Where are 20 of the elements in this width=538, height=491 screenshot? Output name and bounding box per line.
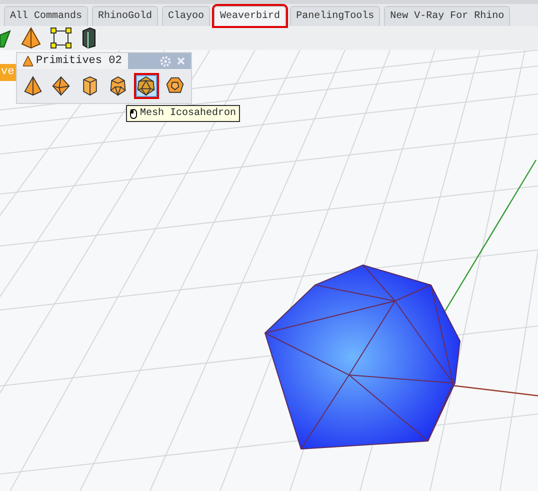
- wedge-icon[interactable]: [0, 27, 12, 49]
- toolbar-tab[interactable]: PanelingTools: [290, 6, 380, 26]
- mouse-icon: [130, 108, 137, 118]
- toolbar-tab[interactable]: Weaverbird: [214, 6, 286, 26]
- icosahedron-icon: [136, 76, 156, 96]
- faceted-icon: [108, 76, 128, 96]
- toolbar-tab[interactable]: Clayoo: [162, 6, 210, 26]
- tooltip-text: Mesh Icosahedron: [140, 106, 236, 121]
- control-points-icon[interactable]: [50, 27, 72, 49]
- toolbar-tab[interactable]: All Commands: [4, 6, 88, 26]
- mesh-tool-button[interactable]: [134, 73, 159, 99]
- pyramid-icon: [23, 76, 44, 96]
- toolbar-tab[interactable]: New V-Ray For Rhino: [384, 6, 510, 26]
- box-icon[interactable]: [80, 27, 98, 49]
- cone-icon: [23, 56, 33, 66]
- cone-icon[interactable]: [20, 27, 42, 49]
- dodecahedron-icon: [164, 76, 185, 96]
- octahedron-icon: [51, 76, 72, 96]
- palette-title: Primitives 02: [36, 54, 122, 69]
- toolbar-tab[interactable]: RhinoGold: [92, 6, 158, 26]
